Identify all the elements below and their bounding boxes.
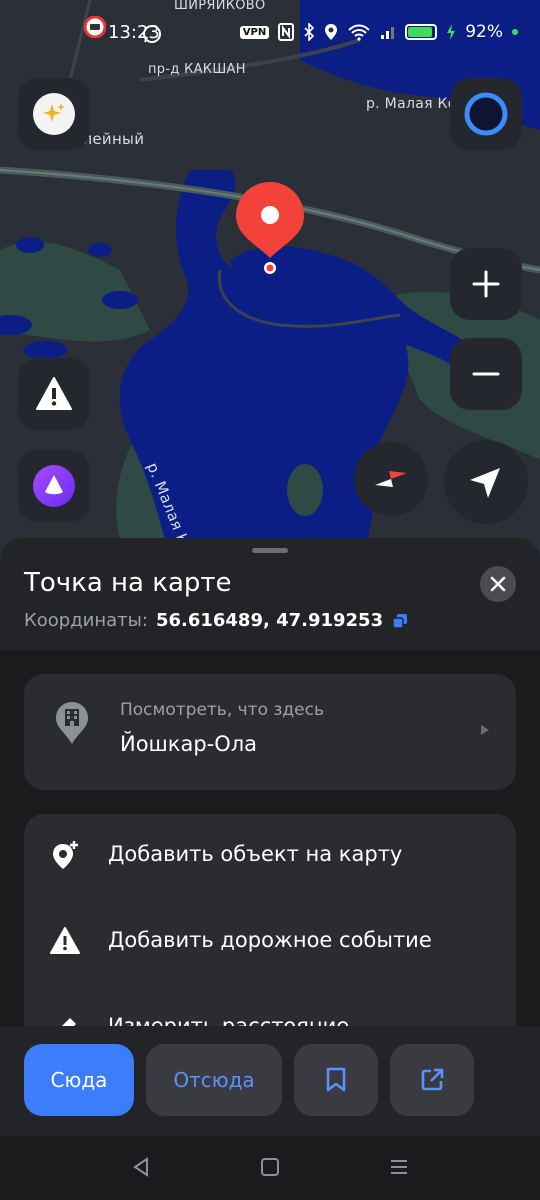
building-pin-icon bbox=[56, 702, 88, 744]
bluetooth-icon bbox=[304, 23, 315, 41]
warning-icon bbox=[50, 927, 80, 954]
add-road-event-label: Добавить дорожное событие bbox=[108, 928, 432, 952]
alice-icon bbox=[33, 465, 75, 507]
location-icon bbox=[325, 24, 338, 40]
alice-ring-icon bbox=[464, 92, 508, 136]
status-icons: VPN 92% bbox=[239, 22, 518, 42]
whats-here-subtitle: Посмотреть, что здесь bbox=[120, 700, 325, 720]
notification-dot bbox=[512, 29, 518, 35]
copy-icon[interactable] bbox=[391, 612, 409, 630]
coordinates-value[interactable]: 56.616489, 47.919253 bbox=[156, 610, 383, 631]
sparkle-icon bbox=[33, 93, 75, 135]
compass-button[interactable] bbox=[354, 442, 428, 516]
back-icon[interactable] bbox=[130, 1156, 152, 1178]
place-name: Йошкар-Ола bbox=[120, 732, 258, 756]
zoom-out-button[interactable] bbox=[450, 338, 522, 410]
signal-icon bbox=[381, 27, 395, 39]
route-to-here-button[interactable]: Сюда bbox=[24, 1044, 134, 1116]
vpn-badge: VPN bbox=[239, 25, 270, 39]
my-location-button[interactable] bbox=[444, 440, 528, 524]
compass-icon bbox=[375, 471, 407, 487]
home-icon[interactable] bbox=[259, 1156, 281, 1178]
location-arrow-icon bbox=[470, 468, 500, 498]
plus-icon bbox=[472, 270, 500, 298]
add-road-event-item[interactable]: Добавить дорожное событие bbox=[24, 900, 516, 984]
bookmark-icon bbox=[326, 1067, 346, 1092]
warning-icon bbox=[36, 377, 72, 410]
coordinates-row: Координаты: 56.616489, 47.919253 bbox=[24, 610, 409, 631]
whatsapp-icon bbox=[143, 25, 161, 43]
share-icon bbox=[421, 1068, 444, 1091]
road-events-button[interactable] bbox=[18, 358, 90, 430]
sheet-title: Точка на карте bbox=[24, 568, 232, 598]
close-icon bbox=[490, 576, 506, 592]
add-object-label: Добавить объект на карту bbox=[108, 842, 403, 866]
route-action-bar: Сюда Отсюда bbox=[0, 1026, 540, 1136]
speed-camera-icon bbox=[84, 16, 106, 38]
chevron-right-icon bbox=[481, 725, 489, 735]
whats-here-card[interactable]: Посмотреть, что здесь Йошкар-Ола bbox=[24, 674, 516, 790]
charging-icon bbox=[447, 24, 456, 40]
system-nav-bar bbox=[0, 1136, 540, 1200]
map-view[interactable]: ШИРЯЙКОВО пр-д КАКШАН р. Малая Ко бюлейн… bbox=[0, 0, 540, 560]
add-place-icon bbox=[53, 841, 78, 869]
route-from-here-label: Отсюда bbox=[173, 1068, 255, 1092]
status-bar: 13:23 VPN 92% bbox=[0, 0, 540, 66]
nfc-icon bbox=[278, 23, 295, 41]
zoom-in-button[interactable] bbox=[450, 248, 522, 320]
add-object-item[interactable]: Добавить объект на карту bbox=[24, 814, 516, 898]
close-button[interactable] bbox=[480, 566, 516, 602]
battery-icon bbox=[405, 24, 438, 40]
recents-icon[interactable] bbox=[388, 1156, 410, 1178]
wifi-icon bbox=[348, 24, 370, 41]
coordinates-label: Координаты: bbox=[24, 610, 148, 631]
alice-voice-button[interactable] bbox=[450, 78, 522, 150]
share-button[interactable] bbox=[390, 1044, 474, 1116]
drag-handle[interactable] bbox=[252, 548, 288, 553]
alice-assistant-button[interactable] bbox=[18, 450, 90, 522]
minus-icon bbox=[472, 372, 500, 376]
map-label-river-top: р. Малая Ко bbox=[366, 96, 457, 112]
bookmark-button[interactable] bbox=[294, 1044, 378, 1116]
battery-percent: 92% bbox=[465, 22, 503, 42]
route-to-here-label: Сюда bbox=[50, 1068, 108, 1092]
route-from-here-button[interactable]: Отсюда bbox=[146, 1044, 282, 1116]
map-pin-icon[interactable] bbox=[234, 180, 306, 280]
ai-assistant-button[interactable] bbox=[18, 78, 90, 150]
